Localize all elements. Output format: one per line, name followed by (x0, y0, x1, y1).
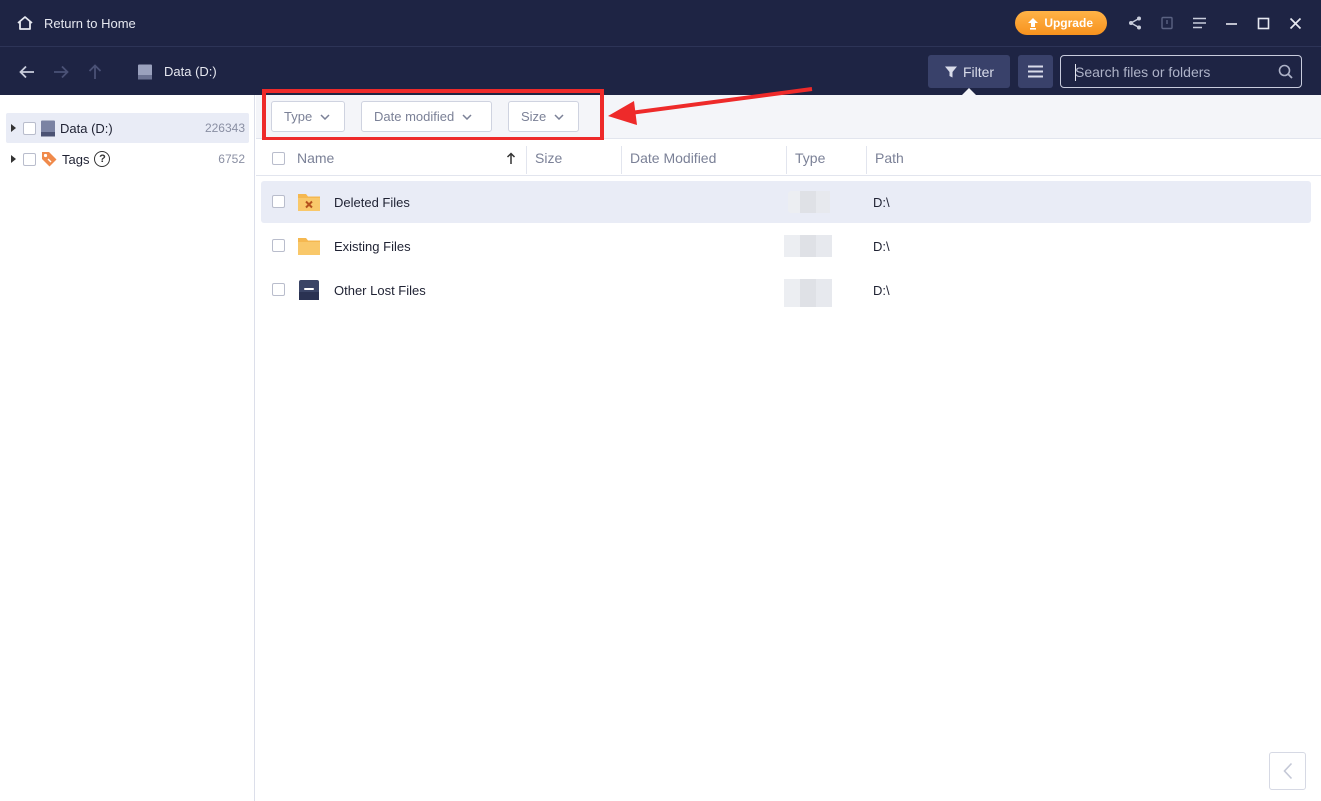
type-blurred-cell (784, 275, 832, 307)
row-name: Existing Files (334, 238, 411, 254)
chevron-left-icon (1282, 762, 1292, 780)
type-blurred-cell (784, 191, 832, 213)
forward-button[interactable] (44, 55, 78, 89)
sidebar-item-label: Tags (62, 151, 90, 167)
sidebar-item-count: 226343 (204, 121, 245, 135)
column-header-path[interactable]: Path (875, 140, 904, 176)
sidebar-item-tags[interactable]: Tags ? 6752 (6, 144, 249, 174)
minimize-icon (1225, 22, 1237, 25)
table-row[interactable]: Existing Files D:\ (261, 225, 1311, 267)
breadcrumb-label: Data (D:) (164, 64, 217, 79)
sidebar-item-count: 6752 (218, 152, 245, 166)
view-menu-button[interactable] (1018, 55, 1053, 88)
column-path-label: Path (875, 150, 904, 166)
table-header: Name Size Date Modified Type Path (256, 140, 1321, 176)
row-checkbox[interactable] (272, 195, 285, 208)
row-name: Other Lost Files (334, 282, 426, 298)
sidebar-item-label: Data (D:) (60, 120, 113, 136)
column-date-label: Date Modified (630, 150, 717, 166)
expand-arrow-icon[interactable] (11, 124, 16, 132)
upgrade-arrow-icon (1028, 17, 1039, 30)
expand-arrow-icon[interactable] (11, 155, 16, 163)
sort-ascending-icon[interactable] (506, 152, 516, 165)
menu-lines-icon (1192, 17, 1206, 29)
select-all-checkbox[interactable] (272, 152, 285, 165)
menu-lines-button[interactable] (1183, 7, 1215, 39)
upgrade-label: Upgrade (1044, 16, 1093, 30)
arrow-left-icon (19, 65, 34, 78)
drive-icon (40, 120, 56, 137)
return-home-button[interactable]: Return to Home (16, 8, 136, 38)
home-icon (17, 16, 33, 30)
column-size-label: Size (535, 150, 563, 166)
column-divider[interactable] (526, 146, 527, 174)
tag-icon (40, 150, 58, 168)
close-icon (1289, 17, 1301, 29)
column-header-size[interactable]: Size (535, 140, 562, 176)
type-blurred-cell (784, 235, 832, 257)
table-row[interactable]: Deleted Files D:\ (261, 181, 1311, 223)
row-path: D:\ (873, 194, 890, 210)
folder-icon (297, 235, 321, 259)
column-divider[interactable] (866, 146, 867, 174)
filter-button[interactable]: Filter (928, 55, 1010, 88)
arrow-right-icon (54, 65, 69, 78)
share-button[interactable] (1119, 7, 1151, 39)
sidebar-checkbox[interactable] (23, 121, 36, 135)
row-checkbox[interactable] (272, 283, 285, 296)
lost-files-drive-icon (297, 279, 321, 304)
help-icon[interactable]: ? (94, 151, 111, 167)
feedback-button[interactable] (1151, 7, 1183, 39)
breadcrumb[interactable]: Data (D:) (136, 47, 217, 96)
annotation-highlight-box (262, 89, 604, 141)
upgrade-button[interactable]: Upgrade (1015, 11, 1107, 35)
column-name-label: Name (297, 150, 335, 166)
column-divider[interactable] (621, 146, 622, 174)
maximize-icon (1257, 17, 1269, 29)
sidebar: Data (D:) 226343 Tags ? 6752 (0, 95, 255, 801)
share-icon (1129, 16, 1141, 30)
collapse-panel-button[interactable] (1269, 752, 1306, 790)
row-name: Deleted Files (334, 194, 410, 210)
search-icon[interactable] (1269, 64, 1301, 79)
deleted-folder-icon (297, 191, 321, 215)
search-box (1060, 55, 1302, 88)
table-row[interactable]: Other Lost Files D:\ (261, 269, 1311, 311)
maximize-button[interactable] (1247, 7, 1279, 39)
minimize-button[interactable] (1215, 7, 1247, 39)
column-header-name[interactable]: Name (297, 140, 334, 176)
column-header-date-modified[interactable]: Date Modified (630, 140, 716, 176)
row-path: D:\ (873, 282, 890, 298)
return-home-label: Return to Home (44, 15, 136, 31)
back-button[interactable] (10, 55, 44, 89)
feedback-icon (1161, 16, 1173, 30)
sidebar-checkbox[interactable] (23, 152, 36, 166)
drive-icon (138, 64, 152, 79)
filter-label: Filter (962, 63, 995, 80)
column-divider[interactable] (786, 146, 787, 174)
annotation-arrow-icon (608, 87, 813, 125)
column-type-label: Type (795, 150, 826, 166)
up-button[interactable] (78, 55, 112, 89)
search-input[interactable] (1061, 56, 1269, 87)
row-path: D:\ (873, 238, 890, 254)
sidebar-item-data-drive[interactable]: Data (D:) 226343 (6, 113, 249, 143)
column-header-type[interactable]: Type (795, 140, 825, 176)
title-bar: Return to Home Upgrade (0, 0, 1321, 46)
close-button[interactable] (1279, 7, 1311, 39)
text-cursor (1075, 64, 1076, 81)
row-checkbox[interactable] (272, 239, 285, 252)
funnel-icon (944, 66, 957, 77)
arrow-up-icon (88, 63, 102, 79)
hamburger-icon (1028, 65, 1043, 78)
